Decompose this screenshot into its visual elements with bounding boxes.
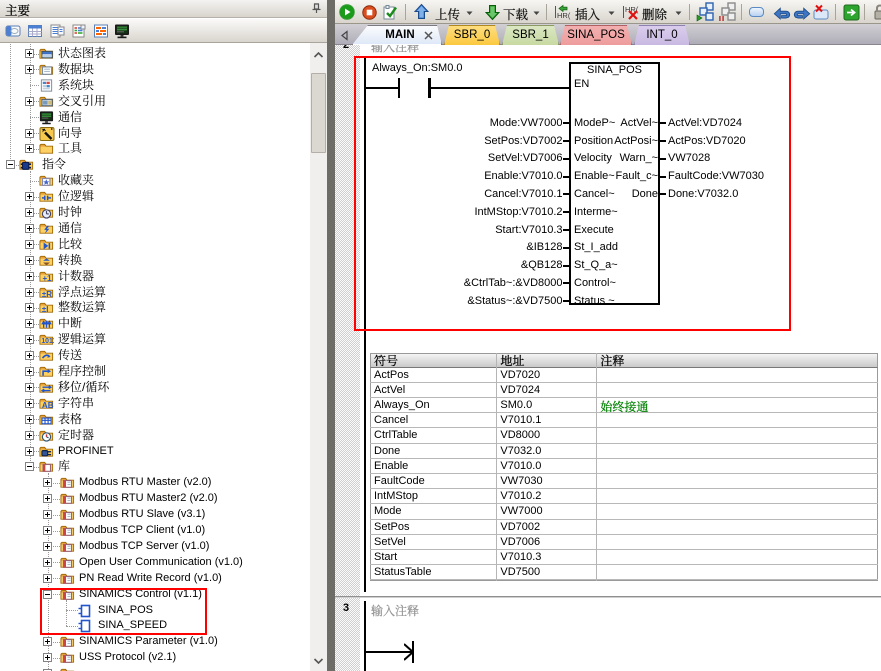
svg-text:±I: ±I (42, 305, 49, 314)
svg-text:±R: ±R (42, 289, 52, 298)
svg-text:+1: +1 (42, 273, 52, 282)
svg-text:AB: AB (42, 401, 54, 410)
svg-text:HR(: HR( (557, 11, 571, 20)
svg-text:1011: 1011 (41, 338, 54, 345)
